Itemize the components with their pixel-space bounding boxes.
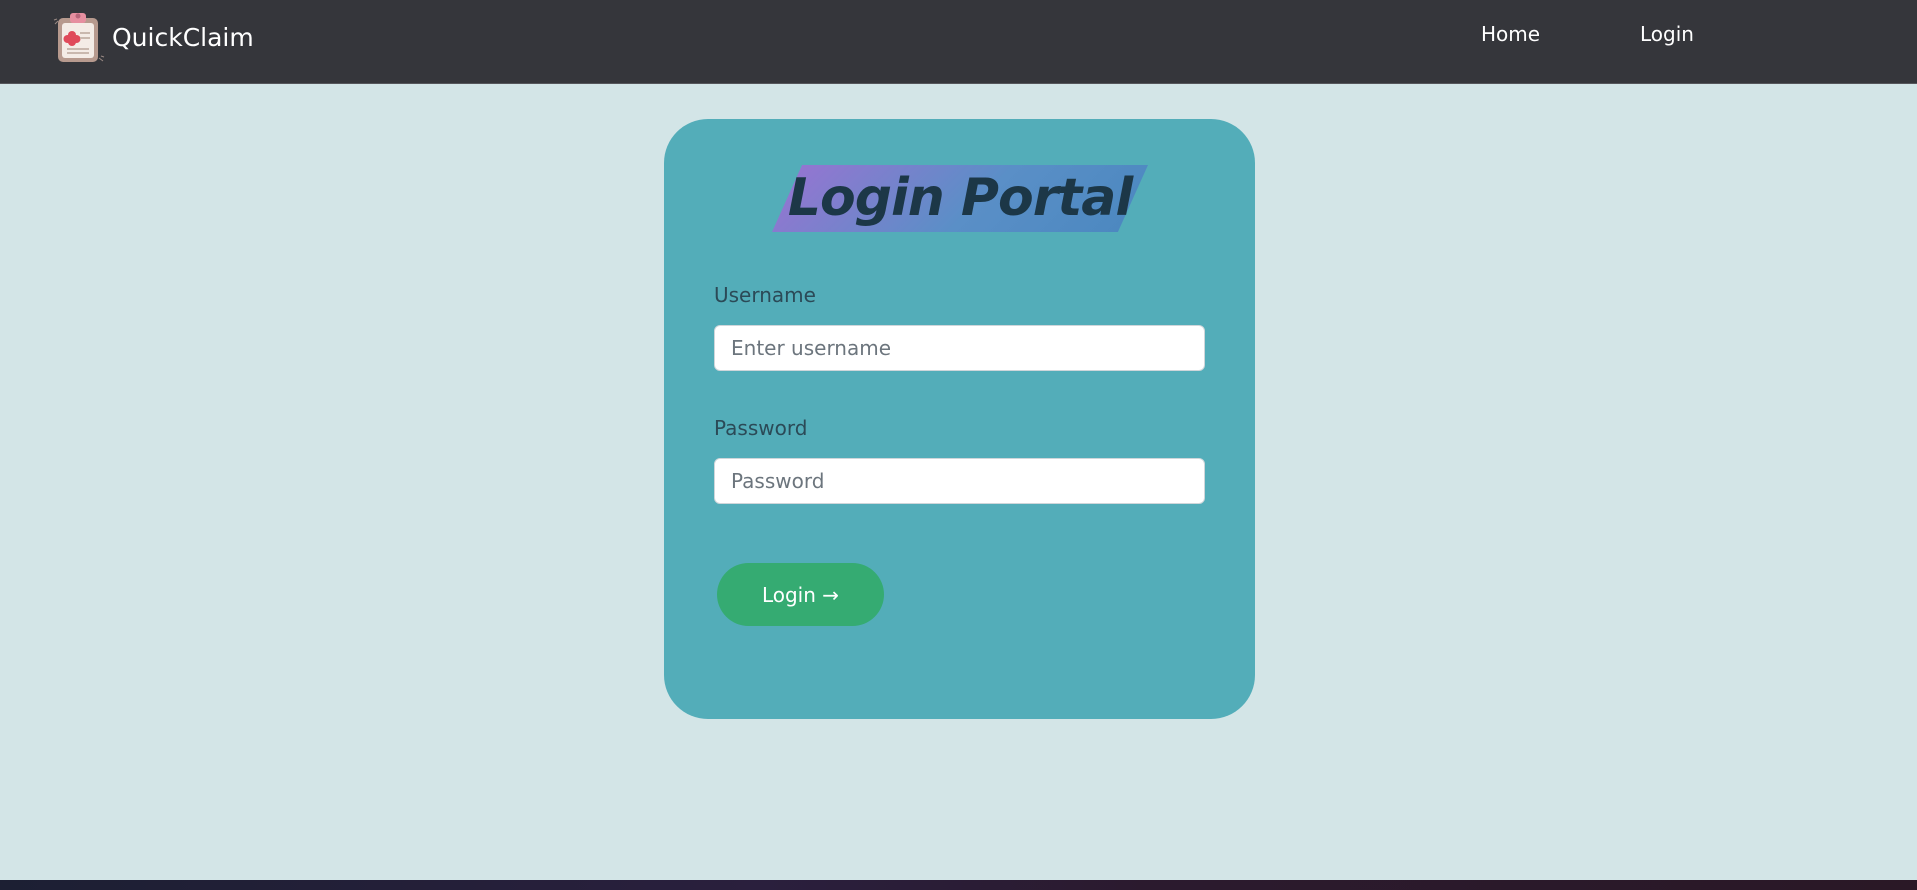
username-label: Username [714,283,816,307]
page-title: Login Portal [787,168,1133,228]
login-title-banner: Login Portal [772,165,1148,232]
bottom-edge-strip [0,880,1917,890]
login-submit-button[interactable]: Login → [717,563,884,626]
top-navbar: QuickClaim Home Login [0,0,1917,84]
brand-name: QuickClaim [112,22,254,52]
password-input[interactable] [714,458,1205,504]
nav-link-home[interactable]: Home [1481,22,1540,46]
clipboard-medical-icon [53,13,105,62]
password-label: Password [714,416,808,440]
nav-link-login[interactable]: Login [1640,22,1694,46]
login-card: Login Portal Username Password Login → [664,119,1255,719]
brand-link[interactable]: QuickClaim [52,10,254,64]
username-input[interactable] [714,325,1205,371]
